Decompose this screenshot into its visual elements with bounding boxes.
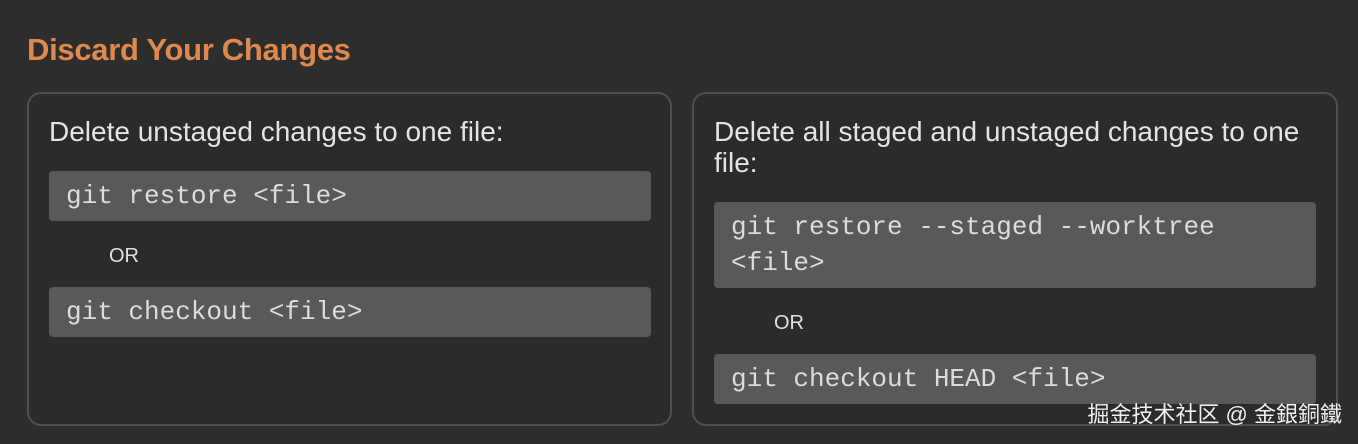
or-separator: OR bbox=[109, 245, 139, 267]
code-block-checkout[interactable]: git checkout <file> bbox=[49, 287, 651, 337]
code-block-restore-staged-worktree[interactable]: git restore --staged --worktree <file> bbox=[714, 202, 1316, 288]
card-delete-unstaged: Delete unstaged changes to one file: git… bbox=[27, 92, 672, 426]
watermark: 掘金技术社区 @ 金銀銅鐵 bbox=[1087, 402, 1342, 427]
code-block-restore[interactable]: git restore <file> bbox=[49, 171, 651, 221]
page: Discard Your Changes Delete unstaged cha… bbox=[0, 0, 1358, 444]
card-delete-staged-and-unstaged: Delete all staged and unstaged changes t… bbox=[692, 92, 1338, 426]
card-heading: Delete unstaged changes to one file: bbox=[49, 116, 504, 147]
card-heading: Delete all staged and unstaged changes t… bbox=[714, 116, 1300, 178]
page-title: Discard Your Changes bbox=[27, 32, 351, 67]
or-separator: OR bbox=[774, 312, 804, 334]
